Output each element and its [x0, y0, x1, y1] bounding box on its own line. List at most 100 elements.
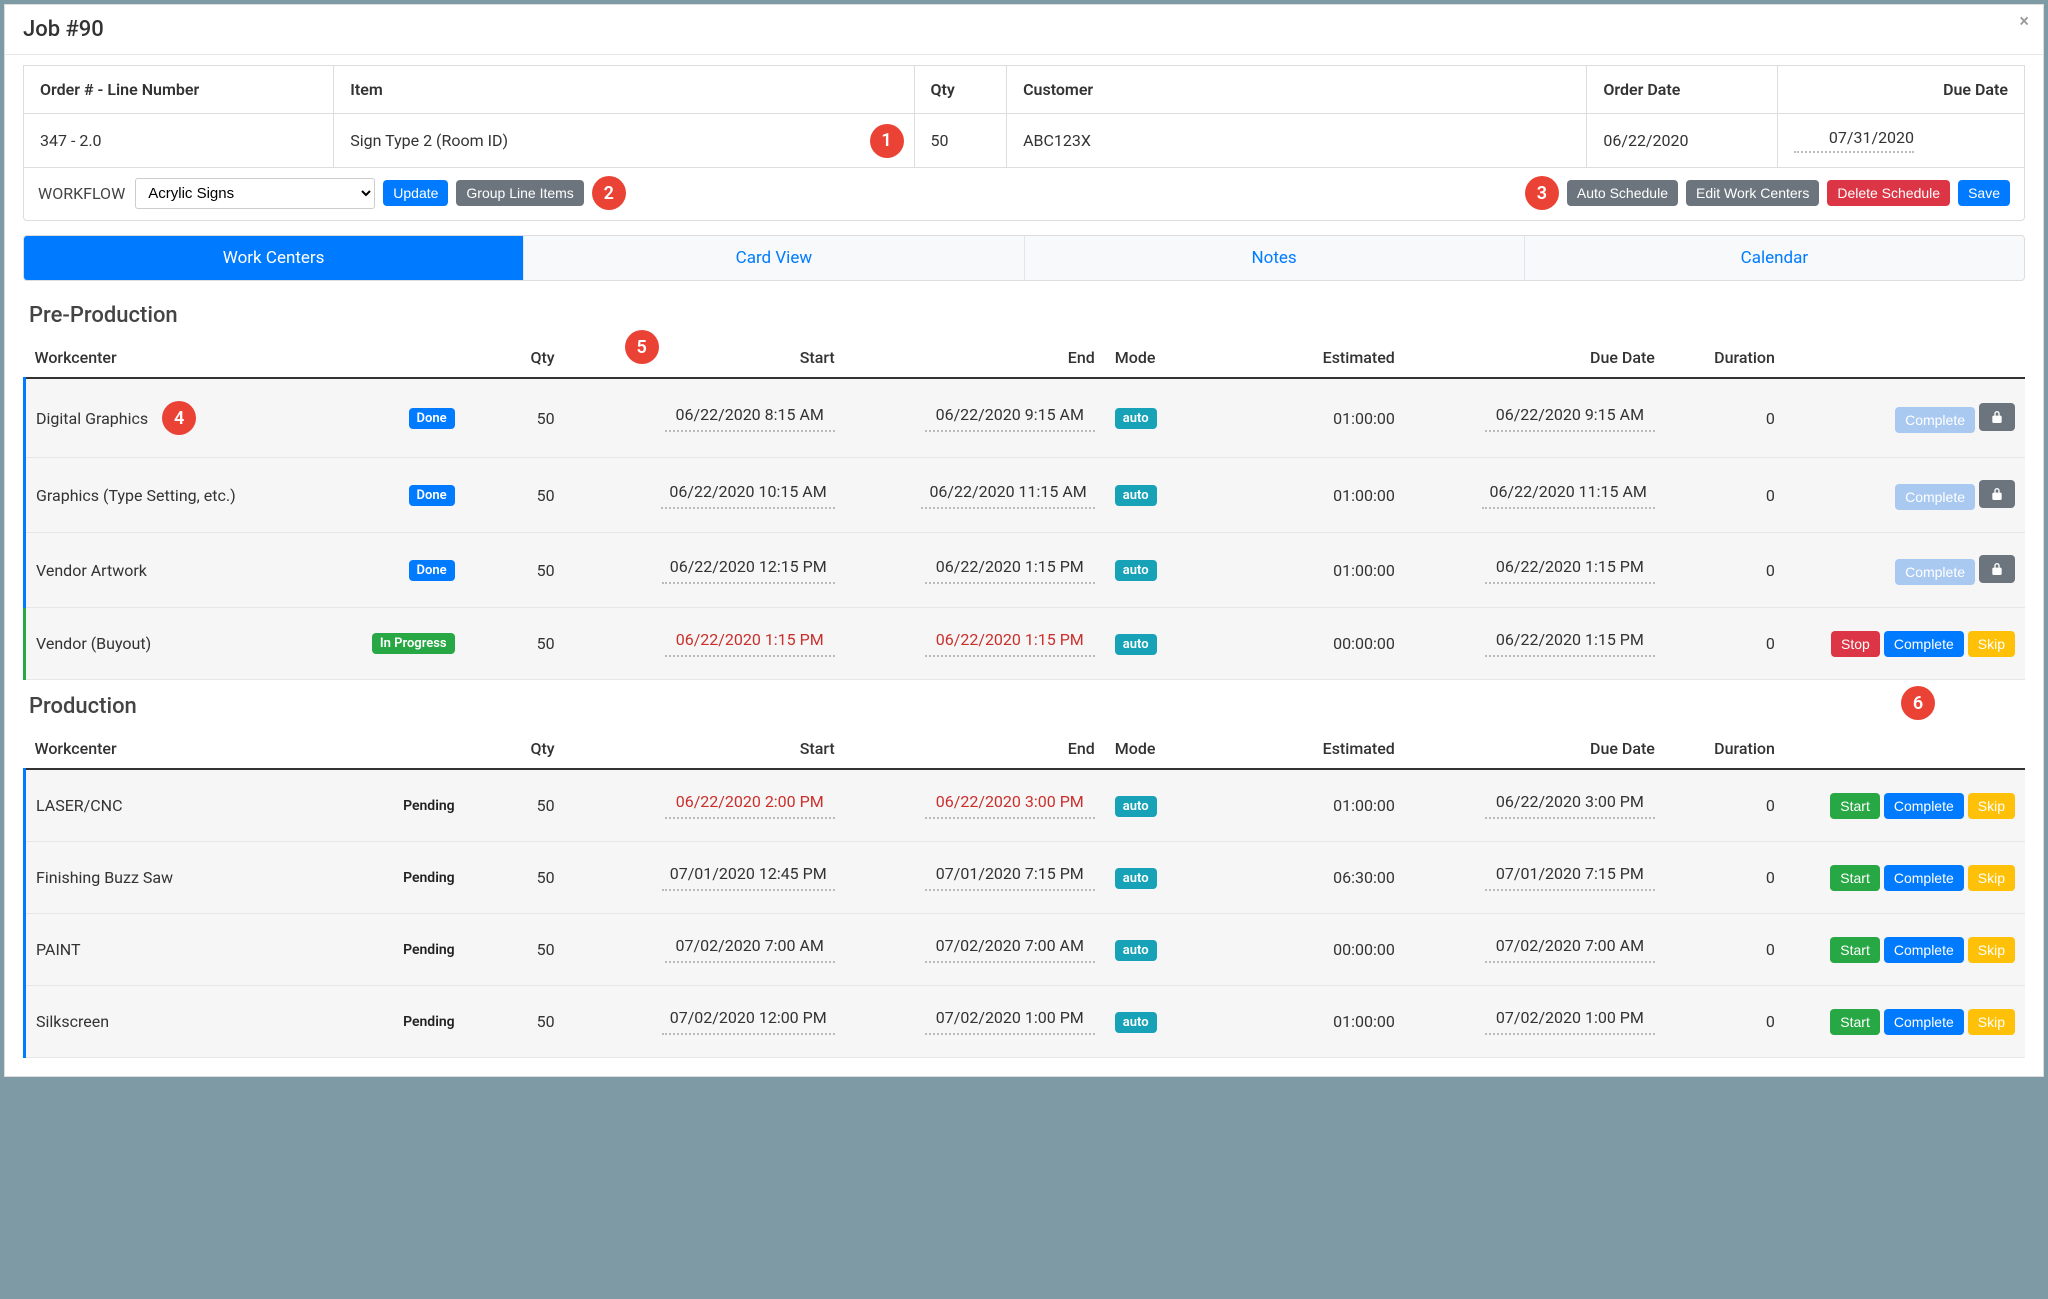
start-cell[interactable]: 06/22/2020 8:15 AM: [565, 378, 845, 458]
section-preproduction-title: Pre-Production: [23, 289, 2025, 338]
stop-button[interactable]: Stop: [1831, 631, 1880, 657]
table-row: Graphics (Type Setting, etc.)Done5006/22…: [25, 458, 2026, 533]
tab-card-view[interactable]: Card View: [524, 236, 1024, 280]
complete-button[interactable]: Complete: [1884, 793, 1964, 819]
annotation-5: 5: [625, 330, 659, 364]
start-button[interactable]: Start: [1830, 1009, 1880, 1035]
complete-button[interactable]: Complete: [1884, 865, 1964, 891]
due-cell[interactable]: 06/22/2020 1:15 PM: [1405, 608, 1665, 680]
start-cell[interactable]: 06/22/2020 2:00 PM: [565, 769, 845, 842]
due-cell[interactable]: 06/22/2020 3:00 PM: [1405, 769, 1665, 842]
end-cell: 06/22/2020 9:15 AM: [845, 378, 1105, 458]
complete-button[interactable]: Complete: [1895, 484, 1975, 510]
date-value: 07/01/2020 7:15 PM: [1485, 864, 1655, 891]
status-badge: Done: [409, 408, 455, 429]
start-button[interactable]: Start: [1830, 937, 1880, 963]
estimated-cell: 00:00:00: [1225, 608, 1405, 680]
date-value: 06/22/2020 9:15 AM: [1485, 405, 1655, 432]
estimated-cell: 06:30:00: [1225, 842, 1405, 914]
start-button[interactable]: Start: [1830, 865, 1880, 891]
workflow-label: WORKFLOW: [38, 184, 125, 203]
annotation-6: 6: [1901, 686, 1935, 720]
due-cell[interactable]: 06/22/2020 9:15 AM: [1405, 378, 1665, 458]
date-value: 06/22/2020 12:15 PM: [662, 557, 835, 584]
th-duration: Duration: [1665, 338, 1785, 378]
mode-badge: auto: [1115, 1012, 1157, 1033]
workcenter-name: Finishing Buzz Saw: [36, 868, 173, 887]
start-cell[interactable]: 07/02/2020 7:00 AM: [565, 914, 845, 986]
qty-cell: 50: [465, 533, 565, 608]
annotation-1: 1: [870, 124, 904, 158]
duration-cell: 0: [1665, 608, 1785, 680]
status-badge: Done: [409, 560, 455, 581]
qty-cell: 50: [465, 608, 565, 680]
start-cell[interactable]: 07/01/2020 12:45 PM: [565, 842, 845, 914]
th-mode: Mode: [1105, 338, 1225, 378]
th-start-label: Start: [800, 348, 835, 367]
end-cell: 06/22/2020 11:15 AM: [845, 458, 1105, 533]
start-cell[interactable]: 07/02/2020 12:00 PM: [565, 986, 845, 1058]
lock-icon[interactable]: [1979, 480, 2015, 508]
date-value: 06/22/2020 1:15 PM: [1485, 557, 1655, 584]
workflow-select[interactable]: Acrylic Signs: [135, 178, 375, 209]
close-icon[interactable]: ×: [2019, 11, 2029, 32]
complete-button[interactable]: Complete: [1895, 559, 1975, 585]
due-cell[interactable]: 06/22/2020 11:15 AM: [1405, 458, 1665, 533]
tab-notes[interactable]: Notes: [1025, 236, 1525, 280]
annotation-3: 3: [1525, 176, 1559, 210]
workcenter-cell: PAINTPending: [25, 914, 465, 986]
estimated-cell: 01:00:00: [1225, 769, 1405, 842]
cell-due-date[interactable]: 07/31/2020: [1778, 114, 2025, 168]
estimated-cell: 01:00:00: [1225, 533, 1405, 608]
date-value: 06/22/2020 10:15 AM: [661, 482, 834, 509]
complete-button[interactable]: Complete: [1884, 631, 1964, 657]
date-value: 07/02/2020 7:00 AM: [925, 936, 1095, 963]
end-cell: 06/22/2020 1:15 PM: [845, 608, 1105, 680]
group-line-items-button[interactable]: Group Line Items: [456, 180, 583, 206]
mode-badge: auto: [1115, 940, 1157, 961]
cell-item: Sign Type 2 (Room ID) 1: [334, 114, 914, 168]
skip-button[interactable]: Skip: [1968, 631, 2015, 657]
lock-icon[interactable]: [1979, 555, 2015, 583]
due-cell[interactable]: 07/02/2020 1:00 PM: [1405, 986, 1665, 1058]
complete-button[interactable]: Complete: [1884, 937, 1964, 963]
date-value: 06/22/2020 3:00 PM: [925, 792, 1095, 819]
table-row: Vendor ArtworkDone5006/22/2020 12:15 PM0…: [25, 533, 2026, 608]
lock-icon[interactable]: [1979, 403, 2015, 431]
duration-cell: 0: [1665, 769, 1785, 842]
auto-schedule-button[interactable]: Auto Schedule: [1567, 180, 1678, 206]
edit-work-centers-button[interactable]: Edit Work Centers: [1686, 180, 1819, 206]
start-cell[interactable]: 06/22/2020 1:15 PM: [565, 608, 845, 680]
skip-button[interactable]: Skip: [1968, 865, 2015, 891]
complete-button[interactable]: Complete: [1895, 407, 1975, 433]
skip-button[interactable]: Skip: [1968, 1009, 2015, 1035]
start-button[interactable]: Start: [1830, 793, 1880, 819]
th-due-date: Due Date: [1405, 338, 1665, 378]
update-button[interactable]: Update: [383, 180, 448, 206]
start-cell[interactable]: 06/22/2020 12:15 PM: [565, 533, 845, 608]
tab-calendar[interactable]: Calendar: [1525, 236, 2024, 280]
table-row: Digital Graphics4Done5006/22/2020 8:15 A…: [25, 378, 2026, 458]
skip-button[interactable]: Skip: [1968, 937, 2015, 963]
due-cell[interactable]: 07/01/2020 7:15 PM: [1405, 842, 1665, 914]
skip-button[interactable]: Skip: [1968, 793, 2015, 819]
table-row: LASER/CNCPending5006/22/2020 2:00 PM06/2…: [25, 769, 2026, 842]
duration-cell: 0: [1665, 458, 1785, 533]
date-value: 06/22/2020 1:15 PM: [925, 630, 1095, 657]
date-value: 06/22/2020 9:15 AM: [925, 405, 1095, 432]
th-end: End: [845, 729, 1105, 769]
start-cell[interactable]: 06/22/2020 10:15 AM: [565, 458, 845, 533]
th-qty: Qty: [465, 729, 565, 769]
delete-schedule-button[interactable]: Delete Schedule: [1827, 180, 1950, 206]
due-cell[interactable]: 06/22/2020 1:15 PM: [1405, 533, 1665, 608]
estimated-cell: 01:00:00: [1225, 378, 1405, 458]
actions-cell: StartCompleteSkip: [1785, 986, 2025, 1058]
tab-work-centers[interactable]: Work Centers: [24, 236, 524, 280]
date-value: 06/22/2020 11:15 AM: [1482, 482, 1655, 509]
actions-cell: StartCompleteSkip: [1785, 914, 2025, 986]
due-cell[interactable]: 07/02/2020 7:00 AM: [1405, 914, 1665, 986]
complete-button[interactable]: Complete: [1884, 1009, 1964, 1035]
save-button[interactable]: Save: [1958, 180, 2010, 206]
th-qty: Qty: [914, 66, 1007, 114]
annotation-2: 2: [592, 176, 626, 210]
